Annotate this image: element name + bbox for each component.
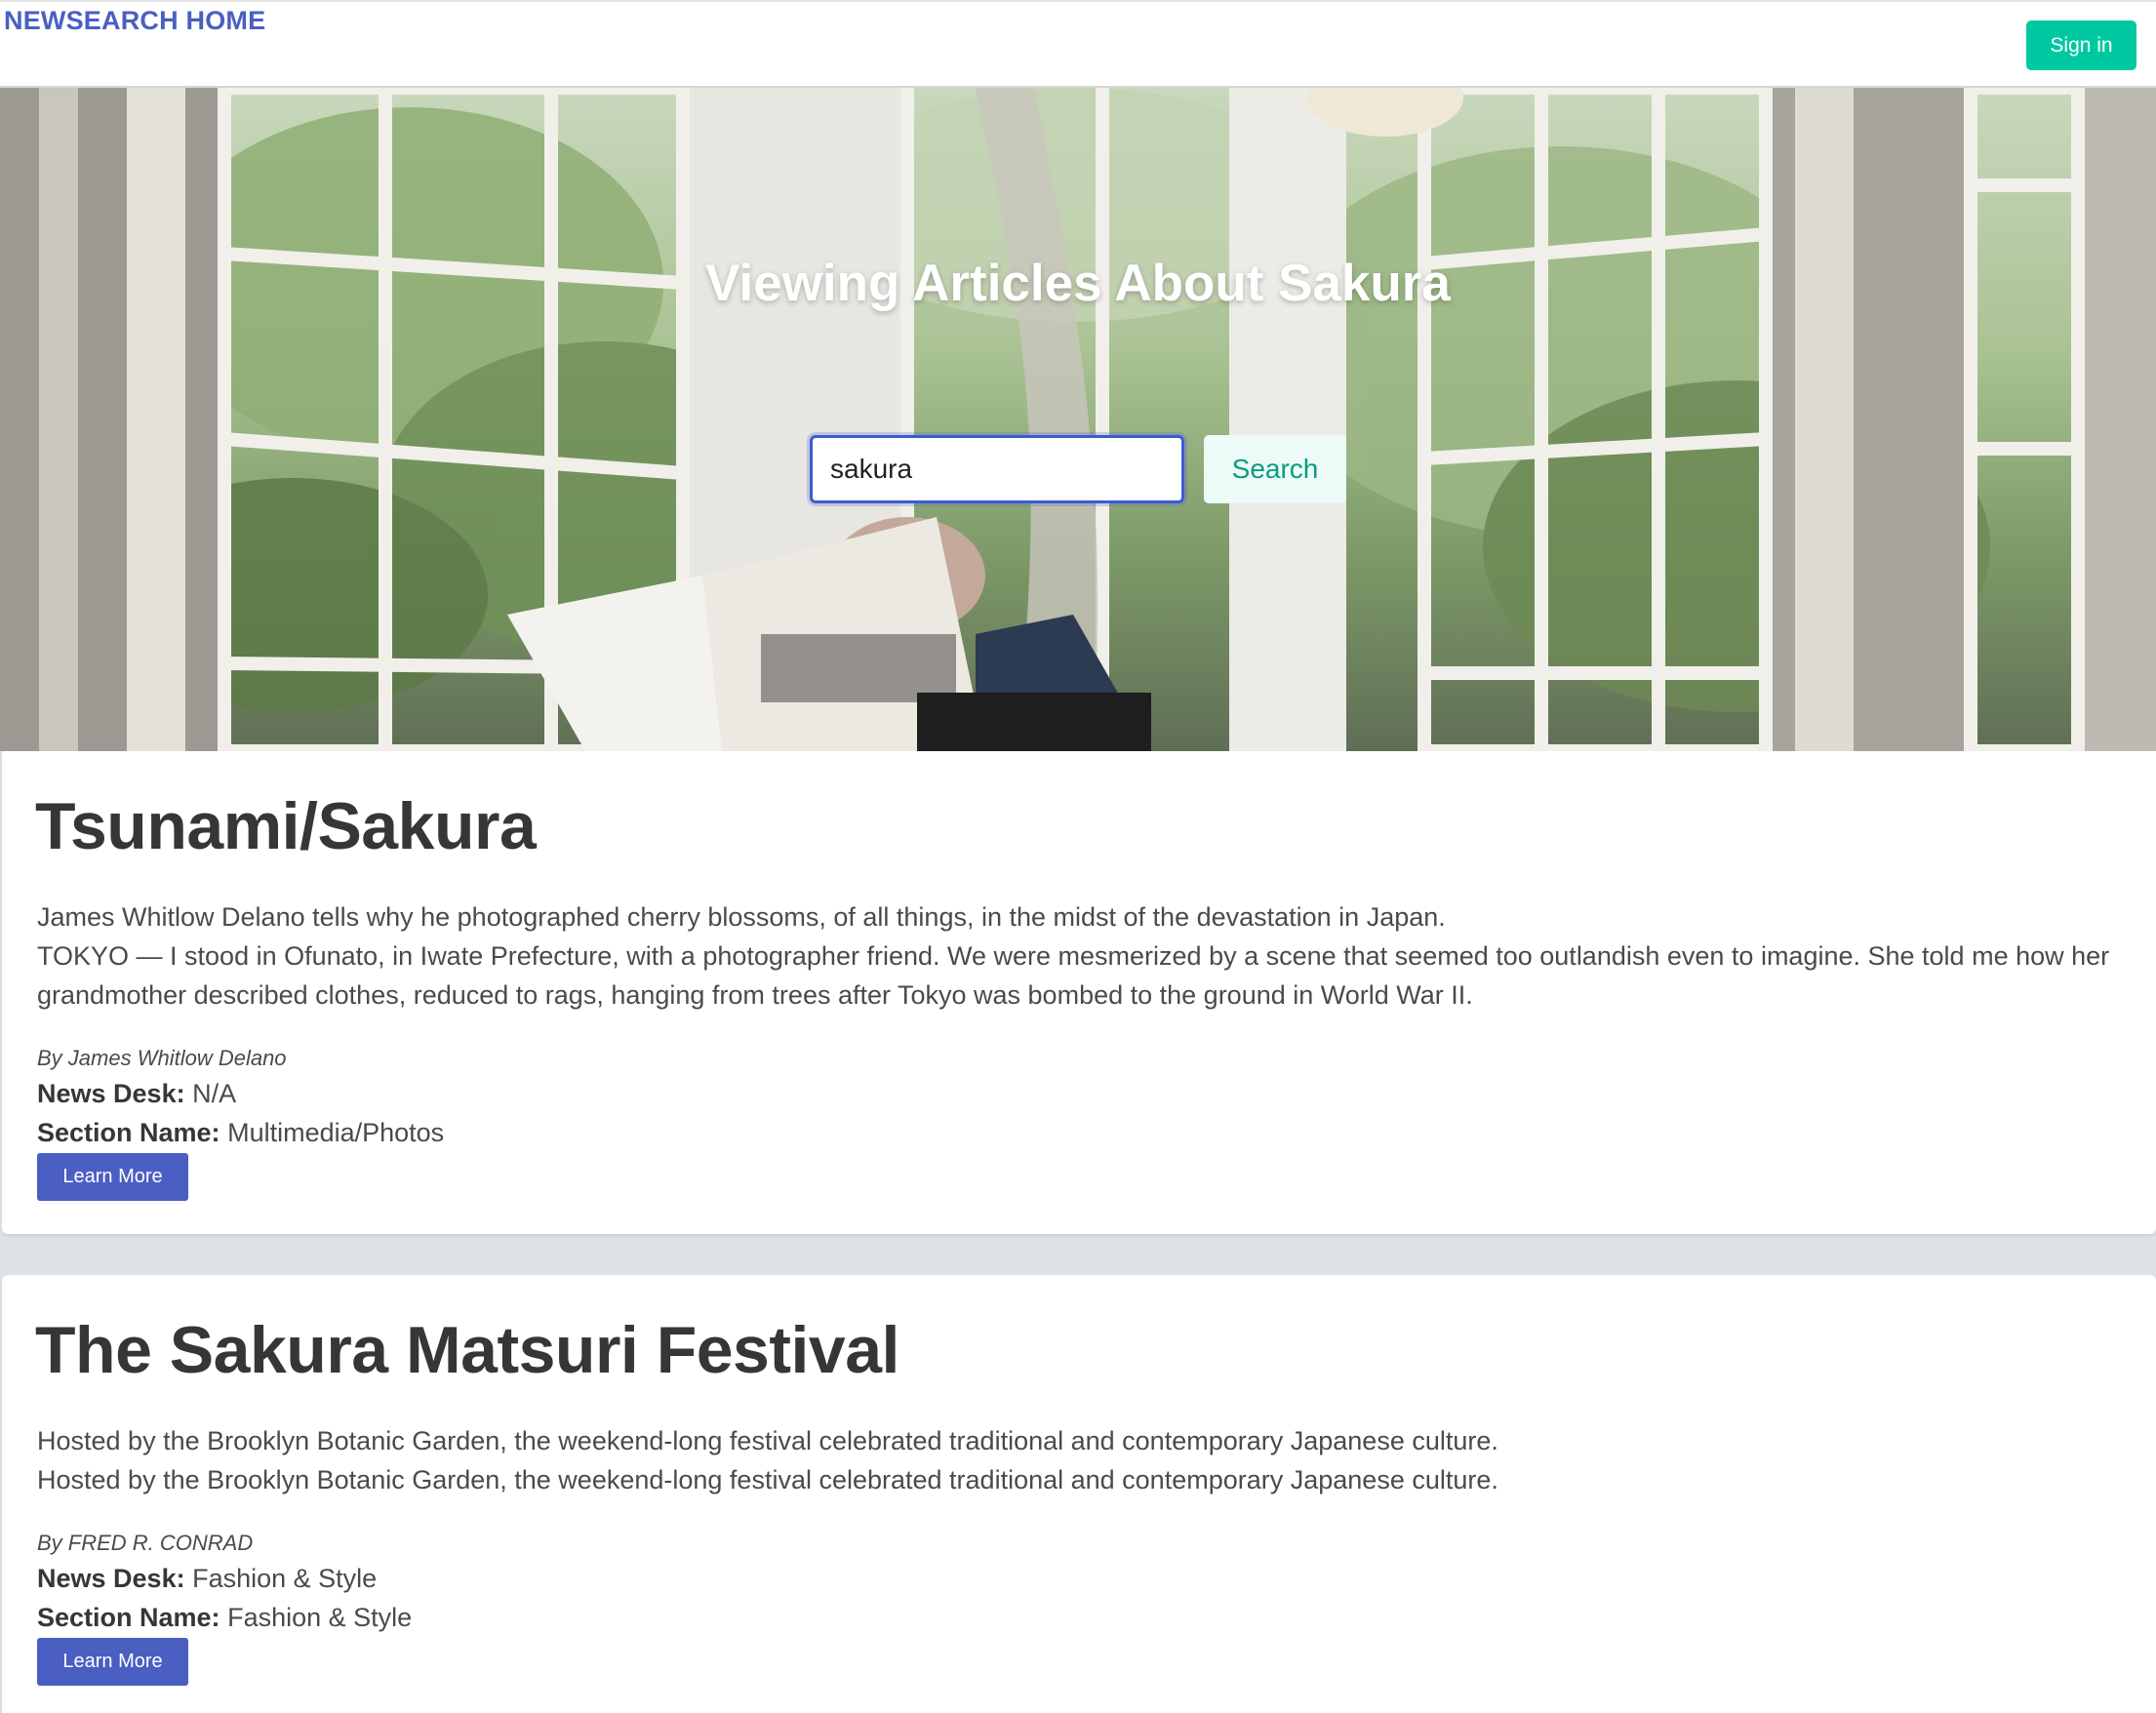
hero-background-image xyxy=(0,88,2156,751)
article-title: Tsunami/Sakura xyxy=(35,789,537,863)
navbar: NEWSEARCH HOME Sign in xyxy=(0,0,2156,88)
article-news-desk: News Desk: N/A xyxy=(37,1079,236,1109)
news-desk-label: News Desk: xyxy=(37,1079,185,1108)
article-news-desk: News Desk: Fashion & Style xyxy=(37,1564,377,1594)
section-name-value: Fashion & Style xyxy=(227,1603,413,1632)
article-abstract-line: Hosted by the Brooklyn Botanic Garden, t… xyxy=(37,1465,1498,1494)
article-section-name: Section Name: Fashion & Style xyxy=(37,1603,412,1633)
article-abstract-line: TOKYO — I stood in Ofunato, in Iwate Pre… xyxy=(37,941,2110,1010)
section-name-value: Multimedia/Photos xyxy=(227,1118,445,1147)
page-title: Viewing Articles About Sakura xyxy=(705,255,1451,312)
article-byline: By FRED R. CONRAD xyxy=(37,1531,254,1555)
article-abstract-line: Hosted by the Brooklyn Botanic Garden, t… xyxy=(37,1426,1498,1455)
brand-home-link[interactable]: NEWSEARCH HOME xyxy=(4,6,265,36)
news-desk-value: N/A xyxy=(192,1079,237,1108)
news-desk-value: Fashion & Style xyxy=(192,1564,378,1593)
learn-more-button[interactable]: Learn More xyxy=(37,1638,188,1686)
section-name-label: Section Name: xyxy=(37,1603,220,1632)
hero-banner: Viewing Articles About Sakura Search xyxy=(0,88,2156,751)
article-section-name: Section Name: Multimedia/Photos xyxy=(37,1118,444,1148)
article-title: The Sakura Matsuri Festival xyxy=(35,1313,899,1387)
article-byline: By James Whitlow Delano xyxy=(37,1046,287,1070)
article-card: The Sakura Matsuri Festival Hosted by th… xyxy=(2,1275,2156,1713)
article-card: Tsunami/Sakura James Whitlow Delano tell… xyxy=(2,751,2156,1234)
search-button[interactable]: Search xyxy=(1204,435,1346,503)
article-abstract-line: James Whitlow Delano tells why he photog… xyxy=(37,902,1446,932)
article-abstract: James Whitlow Delano tells why he photog… xyxy=(37,897,2125,1015)
news-desk-label: News Desk: xyxy=(37,1564,185,1593)
section-name-label: Section Name: xyxy=(37,1118,220,1147)
sign-in-button[interactable]: Sign in xyxy=(2026,20,2136,70)
article-abstract: Hosted by the Brooklyn Botanic Garden, t… xyxy=(37,1421,2125,1499)
search-input[interactable] xyxy=(810,435,1184,503)
search-form: Search xyxy=(810,435,1361,503)
learn-more-button[interactable]: Learn More xyxy=(37,1153,188,1201)
